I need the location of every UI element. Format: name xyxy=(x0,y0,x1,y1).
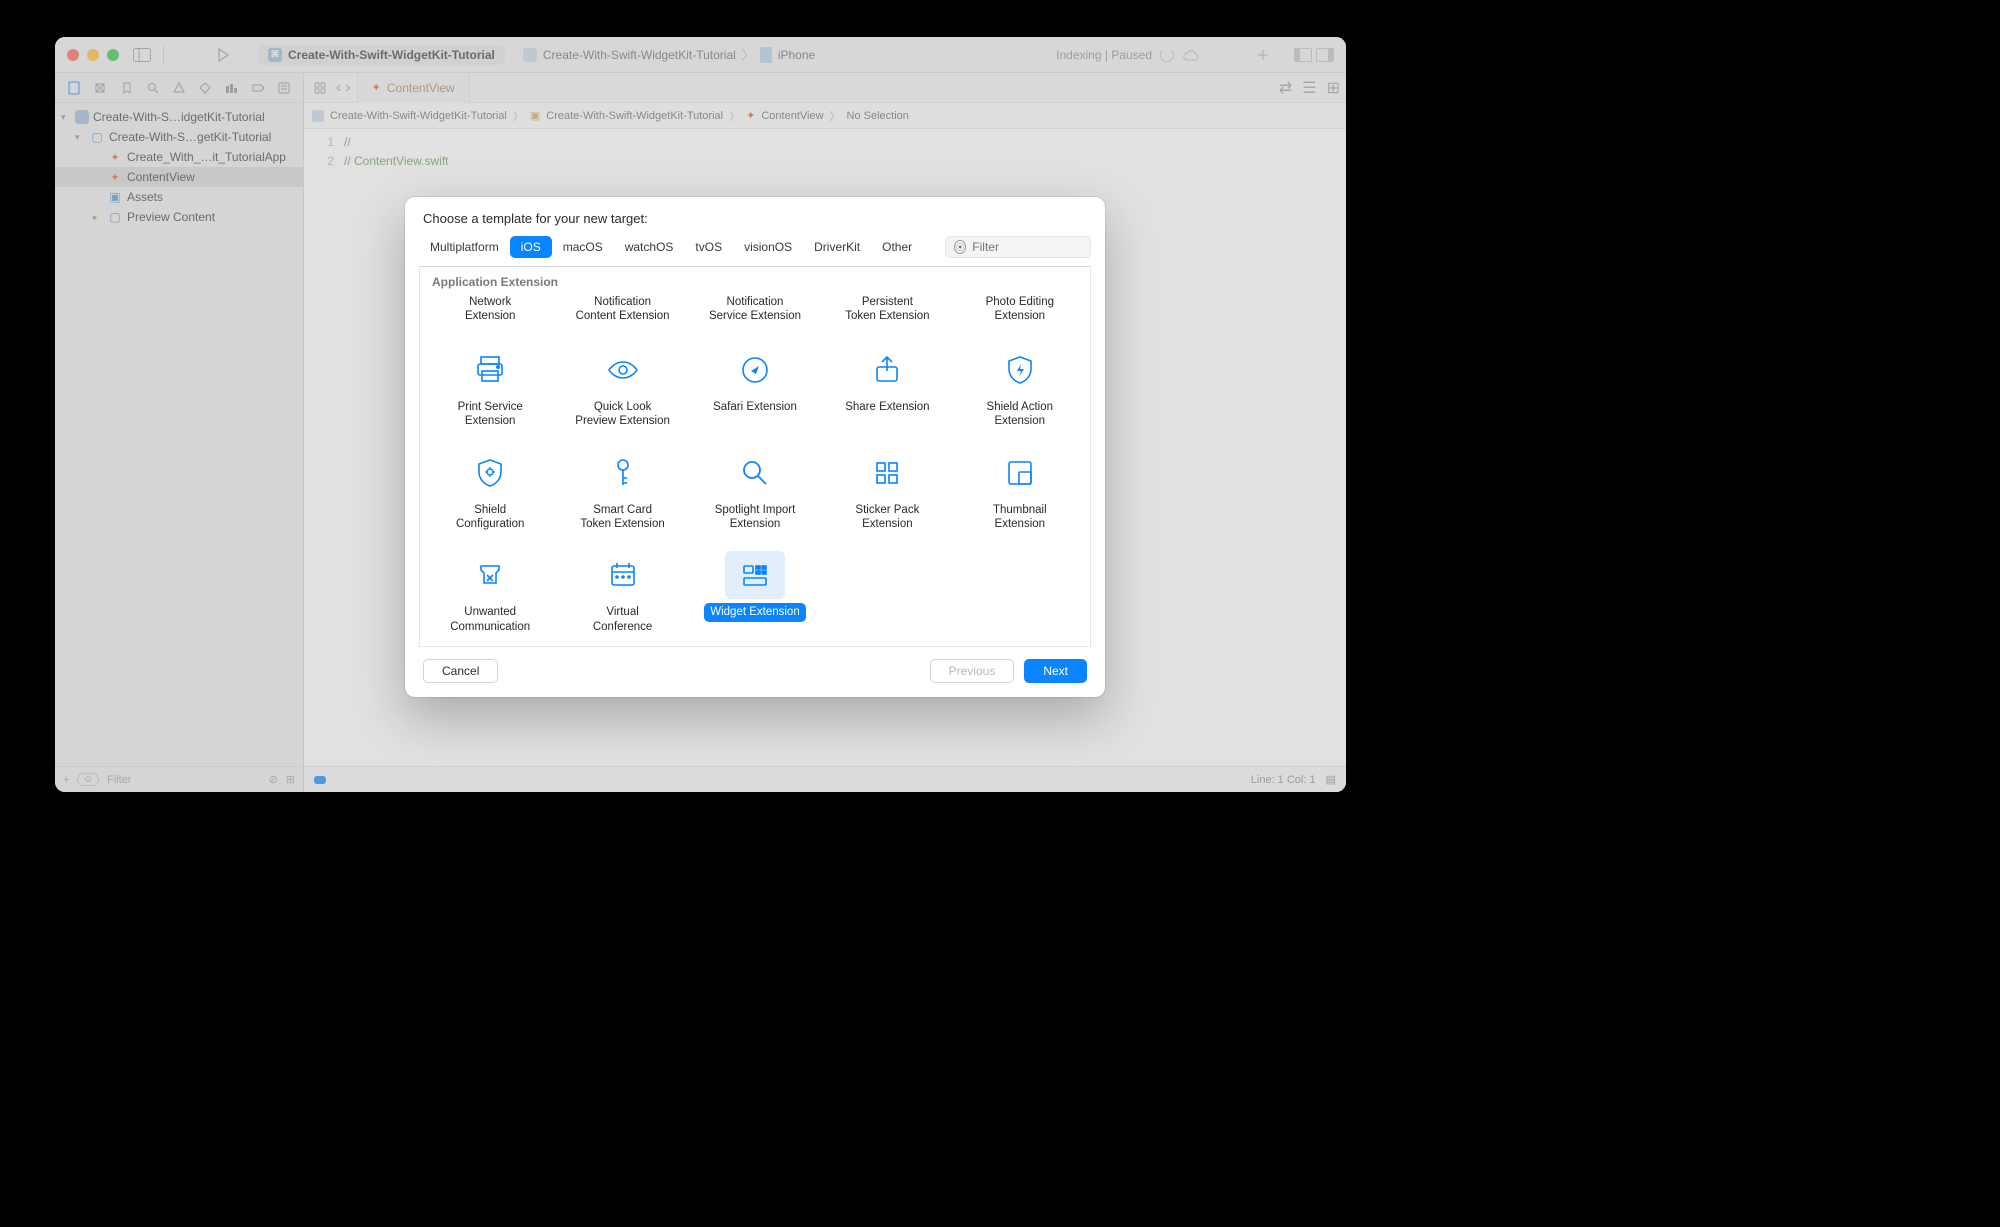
template-label: Unwanted Communication xyxy=(444,603,536,636)
widget-icon xyxy=(725,551,785,599)
template-label: Shield Action Extension xyxy=(981,398,1060,431)
printer-icon xyxy=(460,346,520,394)
filter-input[interactable] xyxy=(972,240,1082,254)
template-item[interactable]: Spotlight Import Extension xyxy=(689,443,821,542)
platform-tab-other[interactable]: Other xyxy=(871,236,923,258)
template-label: Share Extension xyxy=(839,398,935,416)
template-list: Application Extension Network Extension … xyxy=(419,266,1091,647)
template-label: Print Service Extension xyxy=(452,398,529,431)
section-header: Application Extension xyxy=(420,267,1090,293)
template-item[interactable]: Quick Look Preview Extension xyxy=(556,340,688,439)
cancel-button[interactable]: Cancel xyxy=(423,659,498,683)
xcode-window: ⌘ Create-With-Swift-WidgetKit-Tutorial C… xyxy=(55,37,1346,792)
template-label: Smart Card Token Extension xyxy=(574,501,670,534)
template-label: Virtual Conference xyxy=(587,603,658,636)
template-item[interactable]: Notification Content Extension xyxy=(556,293,688,336)
template-item-selected[interactable]: Widget Extension xyxy=(689,545,821,644)
template-label: Quick Look Preview Extension xyxy=(569,398,676,431)
template-item[interactable]: Network Extension xyxy=(424,293,556,336)
template-label: Widget Extension xyxy=(704,603,806,621)
share-icon xyxy=(857,346,917,394)
calendar-icon xyxy=(593,551,653,599)
template-filter[interactable]: ⦿ xyxy=(945,236,1091,258)
new-target-sheet: Choose a template for your new target: M… xyxy=(405,197,1105,697)
sheet-footer: Cancel Previous Next xyxy=(405,647,1105,697)
previous-button[interactable]: Previous xyxy=(930,659,1015,683)
platform-tabs: Multiplatform iOS macOS watchOS tvOS vis… xyxy=(405,236,1105,258)
template-item[interactable]: Share Extension xyxy=(821,340,953,439)
template-item[interactable]: Unwanted Communication xyxy=(424,545,556,644)
template-item[interactable]: Smart Card Token Extension xyxy=(556,443,688,542)
thumbnail-icon xyxy=(990,449,1050,497)
template-label: Shield Configuration xyxy=(450,501,530,534)
template-label: Persistent Token Extension xyxy=(839,293,935,326)
filter-icon: ⦿ xyxy=(954,240,966,254)
template-item[interactable]: Print Service Extension xyxy=(424,340,556,439)
template-item[interactable]: Photo Editing Extension xyxy=(954,293,1086,336)
shield-bolt-icon xyxy=(990,346,1050,394)
template-label: Thumbnail Extension xyxy=(987,501,1053,534)
template-item[interactable]: Virtual Conference xyxy=(556,545,688,644)
shield-gear-icon xyxy=(460,449,520,497)
template-label: Spotlight Import Extension xyxy=(709,501,802,534)
template-item[interactable]: Shield Action Extension xyxy=(954,340,1086,439)
grid-icon xyxy=(857,449,917,497)
platform-tab-watchos[interactable]: watchOS xyxy=(614,236,685,258)
template-item[interactable]: Safari Extension xyxy=(689,340,821,439)
eye-icon xyxy=(593,346,653,394)
platform-tab-visionos[interactable]: visionOS xyxy=(733,236,803,258)
template-item[interactable]: Shield Configuration xyxy=(424,443,556,542)
magnifier-icon xyxy=(725,449,785,497)
template-item[interactable]: Notification Service Extension xyxy=(689,293,821,336)
platform-tab-ios[interactable]: iOS xyxy=(510,236,552,258)
template-label: Notification Content Extension xyxy=(570,293,676,326)
template-item[interactable]: Sticker Pack Extension xyxy=(821,443,953,542)
next-button[interactable]: Next xyxy=(1024,659,1087,683)
key-icon xyxy=(593,449,653,497)
template-label: Safari Extension xyxy=(707,398,803,416)
platform-tab-tvos[interactable]: tvOS xyxy=(684,236,733,258)
compass-icon xyxy=(725,346,785,394)
template-label: Sticker Pack Extension xyxy=(849,501,925,534)
template-item[interactable]: Persistent Token Extension xyxy=(821,293,953,336)
platform-tab-multiplatform[interactable]: Multiplatform xyxy=(419,236,510,258)
template-label: Notification Service Extension xyxy=(703,293,807,326)
template-item[interactable]: Thumbnail Extension xyxy=(954,443,1086,542)
report-x-icon xyxy=(460,551,520,599)
sheet-title: Choose a template for your new target: xyxy=(405,197,1105,236)
template-label: Network Extension xyxy=(459,293,522,326)
template-label: Photo Editing Extension xyxy=(980,293,1060,326)
platform-tab-driverkit[interactable]: DriverKit xyxy=(803,236,871,258)
platform-tab-macos[interactable]: macOS xyxy=(552,236,614,258)
